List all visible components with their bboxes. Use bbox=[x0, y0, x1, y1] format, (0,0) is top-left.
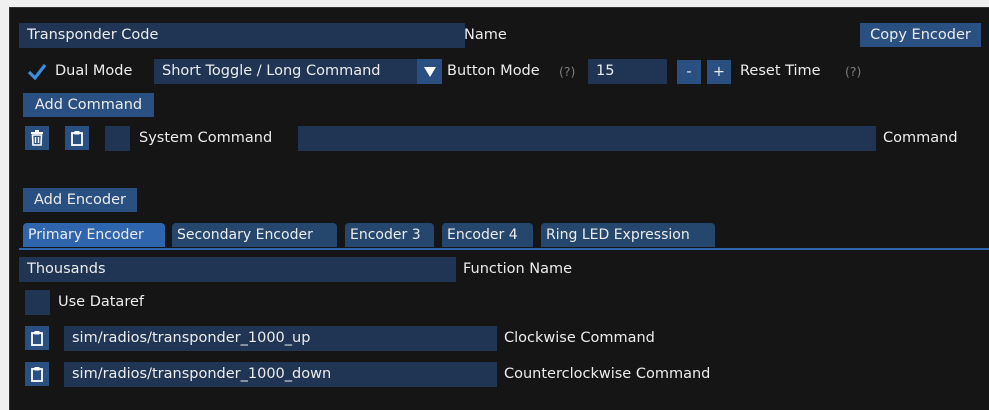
function-name-field[interactable]: Thousands bbox=[19, 257, 456, 282]
button-mode-select[interactable]: Short Toggle / Long Command bbox=[154, 59, 420, 84]
name-label: Name bbox=[464, 27, 507, 43]
dual-mode-checkbox[interactable] bbox=[24, 59, 49, 84]
tab-primary-encoder[interactable]: Primary Encoder bbox=[23, 223, 165, 247]
increment-button[interactable]: + bbox=[707, 60, 731, 84]
tab-underline bbox=[19, 248, 989, 250]
clockwise-command-input[interactable]: sim/radios/transponder_1000_up bbox=[64, 326, 497, 351]
command-label: Command bbox=[883, 130, 958, 146]
clipboard-icon bbox=[31, 331, 43, 346]
dropdown-arrow-button[interactable] bbox=[417, 59, 442, 84]
tab-encoder-3[interactable]: Encoder 3 bbox=[345, 223, 434, 247]
clipboard-icon bbox=[71, 131, 83, 146]
transponder-code-field[interactable]: Transponder Code bbox=[19, 23, 465, 48]
paste-ccw-button[interactable] bbox=[25, 362, 49, 386]
paste-command-button[interactable] bbox=[65, 126, 89, 150]
trash-icon bbox=[31, 130, 43, 146]
command-input[interactable] bbox=[298, 126, 876, 151]
copy-encoder-button[interactable]: Copy Encoder bbox=[860, 23, 981, 47]
tab-ring-led-expression[interactable]: Ring LED Expression bbox=[541, 223, 715, 247]
reset-time-input[interactable]: 15 bbox=[588, 59, 667, 84]
system-command-checkbox[interactable] bbox=[105, 126, 130, 151]
decrement-button[interactable]: - bbox=[677, 60, 701, 84]
button-mode-help[interactable]: (?) bbox=[559, 59, 575, 84]
dual-mode-label: Dual Mode bbox=[55, 63, 133, 79]
counterclockwise-command-label: Counterclockwise Command bbox=[504, 366, 711, 382]
use-dataref-checkbox[interactable] bbox=[25, 290, 50, 315]
delete-command-button[interactable] bbox=[25, 126, 49, 150]
add-encoder-button[interactable]: Add Encoder bbox=[23, 188, 137, 212]
clockwise-command-label: Clockwise Command bbox=[504, 330, 655, 346]
clipboard-icon bbox=[31, 367, 43, 382]
system-command-label: System Command bbox=[139, 130, 273, 146]
paste-cw-button[interactable] bbox=[25, 326, 49, 350]
editor-window: Transponder Code Name Copy Encoder Dual … bbox=[9, 7, 989, 410]
reset-time-help[interactable]: (?) bbox=[845, 59, 861, 84]
tab-secondary-encoder[interactable]: Secondary Encoder bbox=[172, 223, 337, 247]
reset-time-label: Reset Time bbox=[740, 63, 821, 79]
function-name-label: Function Name bbox=[463, 261, 573, 277]
counterclockwise-command-input[interactable]: sim/radios/transponder_1000_down bbox=[64, 362, 497, 387]
tab-encoder-4[interactable]: Encoder 4 bbox=[442, 223, 533, 247]
checkmark-icon bbox=[27, 63, 46, 80]
dropdown-arrow-icon bbox=[423, 66, 436, 77]
button-mode-label: Button Mode bbox=[447, 63, 540, 79]
use-dataref-label: Use Dataref bbox=[58, 294, 144, 310]
add-command-button[interactable]: Add Command bbox=[23, 93, 154, 117]
